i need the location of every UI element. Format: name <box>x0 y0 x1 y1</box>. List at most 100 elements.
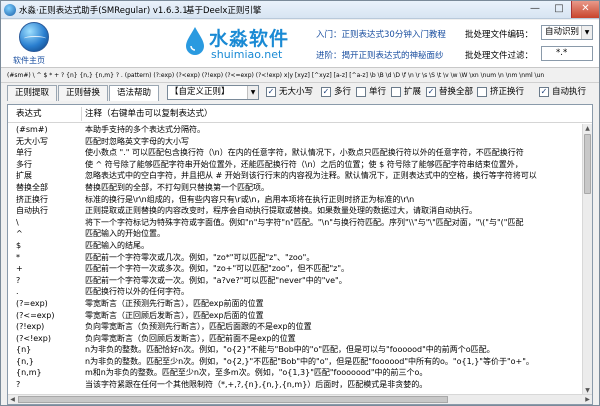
expression-cell: {n,} <box>16 356 34 366</box>
list-item[interactable]: (?!exp) 负向零宽断言（负预测先行断言），匹配后面跟的不是exp的位置 <box>8 321 583 333</box>
scroll-right-icon[interactable]: ▶ <box>583 395 592 404</box>
list-item[interactable]: \ 将下一个字符标记为特殊字符或字面值。例如"n"与字符"n"匹配。"\n"与换行… <box>8 217 583 229</box>
list-item[interactable]: . 匹配换行符以外的任何字符。 <box>8 286 583 298</box>
checkbox-fix-newline[interactable]: 挤正换行 <box>477 87 524 99</box>
intro-tutorial-link[interactable]: 入门：正则表达式30分钟入门教程 <box>316 28 446 40</box>
horizontal-scrollbar[interactable]: ◀ ▶ <box>8 394 592 404</box>
expression-cell: 挤正换行 <box>16 194 48 204</box>
scroll-up-icon[interactable]: ▲ <box>583 124 592 133</box>
note-cell: 零宽断言（正预测先行断言），匹配exp前面的位置 <box>85 298 264 308</box>
expression-cell: {n} <box>16 345 32 355</box>
list-header: 表达式 注释（右键单击可以复制表达式） <box>8 105 592 123</box>
check-icon: ✓ <box>266 87 276 97</box>
expression-cell: 替换全部 <box>16 182 48 192</box>
expression-cell: (?<!exp) <box>16 333 51 343</box>
checkbox-singleline[interactable]: 单行 <box>356 87 386 99</box>
tab-regex-extract[interactable]: 正则提取 <box>7 85 57 101</box>
list-item[interactable]: {n} n为非负的整数。匹配恰好n次。例如，"o{2}"不能与"Bob中的"o"匹… <box>8 344 583 356</box>
water-drop-logo-icon <box>186 27 204 55</box>
list-item[interactable]: 替换全部 替换匹配到的全部，不打勾则只替换第一个匹配项。 <box>8 182 583 194</box>
list-item[interactable]: ? 当该字符紧跟在任何一个其他限制符（*,+,?,{n},{n,},{n,m}）后… <box>8 379 583 391</box>
checkbox-label: 扩展 <box>404 87 422 97</box>
symbol-bar[interactable]: (#sm#) \ ^ $ * + ? {n} {n,} {n,m} ? . (p… <box>1 69 599 83</box>
expression-cell: (?!exp) <box>16 322 45 332</box>
list-item[interactable]: * 匹配前一个字符零次或几次。例如，"zo*"可以匹配"z"、"zoo"。 <box>8 252 583 264</box>
syntax-help-list[interactable]: 表达式 注释（右键单击可以复制表达式） (#sm#) 本助手支持的多个表达式分隔符… <box>7 104 593 405</box>
list-item[interactable]: (#sm#) 本助手支持的多个表达式分隔符。 <box>8 124 583 136</box>
scroll-thumb[interactable] <box>584 134 591 194</box>
tab-syntax-help[interactable]: 语法帮助 <box>109 85 159 101</box>
expression-cell: $ <box>16 240 22 250</box>
app-window: 水淼·正则表达式助手(SMRegular) v1.6.3.1 基于Deelx正则… <box>0 0 600 406</box>
minimize-button[interactable]: — <box>523 1 547 18</box>
scroll-left-icon[interactable]: ◀ <box>8 395 17 404</box>
checkbox-auto-run[interactable]: ✓ 自动执行 <box>539 87 586 99</box>
checkbox-extended[interactable]: 扩展 <box>391 87 421 99</box>
checkbox-label: 无大小写 <box>279 87 314 97</box>
column-header-note[interactable]: 注释（右键单击可以复制表达式） <box>85 105 213 123</box>
note-cell: m和n为非负的整数。匹配至少n次，至多m次。例如，"o{1,3}"匹配"fooo… <box>85 368 428 378</box>
filter-label: 批处理文件过滤： <box>465 51 534 61</box>
list-item[interactable]: 多行 使 ^ 符号除了能够匹配字符串开始位置外，还能匹配换行符（\n）之后的位置；… <box>8 159 583 171</box>
checkbox-replace-all[interactable]: ✓ 替换全部 <box>426 87 473 99</box>
globe-icon[interactable] <box>19 22 49 52</box>
note-cell: 本助手支持的多个表达式分隔符。 <box>85 125 205 134</box>
expression-cell: * <box>16 252 20 262</box>
note-cell: 正则提取或正则替换的内容改变时，程序会自动执行提取或替换。如果数量处理的数据过大… <box>85 206 477 216</box>
advanced-tutorial-link[interactable]: 进阶：揭开正则表达式的神秘面纱 <box>316 49 444 61</box>
logo-text-en: shuimiao.net <box>211 48 283 61</box>
list-item[interactable]: {n,m} m和n为非负的整数。匹配至少n次，至多m次。例如，"o{1,3}"匹配… <box>8 367 583 379</box>
checkbox-label: 多行 <box>334 87 352 97</box>
note-cell: 匹配输入的结尾。 <box>85 240 149 250</box>
note-cell: 负向零宽断言（负回顾后发断言），匹配前面不是exp的位置 <box>85 333 296 343</box>
expression-cell: 自动执行 <box>16 206 48 216</box>
encoding-select[interactable]: 自动识别 ▼ <box>541 25 593 40</box>
checkbox-multiline[interactable]: ✓ 多行 <box>321 87 351 99</box>
list-item[interactable]: (?<=exp) 零宽断言（正回顾后发断言），匹配exp后面的位置 <box>8 310 583 322</box>
list-item[interactable]: ^ 匹配输入的开始位置。 <box>8 228 583 240</box>
tab-regex-replace[interactable]: 正则替换 <box>58 85 108 101</box>
check-icon: ✓ <box>426 87 436 97</box>
expression-cell: . <box>16 287 19 297</box>
column-divider[interactable] <box>81 107 82 121</box>
chevron-down-icon[interactable]: ▼ <box>581 26 592 39</box>
note-cell: 匹配输入的开始位置。 <box>85 229 165 239</box>
home-link[interactable]: 软件主页 <box>13 55 45 66</box>
maximize-button[interactable]: □ <box>547 1 571 18</box>
list-item[interactable]: (?<!exp) 负向零宽断言（负回顾后发断言），匹配前面不是exp的位置 <box>8 333 583 345</box>
note-cell: 忽略表达式中的空白字符，并且把从 # 开始到该行行末的内容视为注释。默认情况下，… <box>85 171 537 181</box>
vertical-scrollbar[interactable]: ▲ ▼ <box>582 124 592 395</box>
expression-cell: {n,m} <box>16 368 42 378</box>
note-cell: 使小数点 "." 可以匹配包含换行符（\n）在内的任意字符，默认情况下，小数点只… <box>85 148 524 158</box>
title-bar[interactable]: 水淼·正则表达式助手(SMRegular) v1.6.3.1 基于Deelx正则… <box>1 1 599 19</box>
regex-preset-select[interactable]: 【自定义正则】 ▼ <box>167 85 259 100</box>
close-button[interactable]: ✕ <box>571 1 599 18</box>
encoding-label: 批处理文件编码： <box>465 30 534 40</box>
note-cell: 负向零宽断言（负预测先行断言），匹配后面跟的不是exp的位置 <box>85 322 312 332</box>
list-item[interactable]: 单行 使小数点 "." 可以匹配包含换行符（\n）在内的任意字符，默认情况下，小数… <box>8 147 583 159</box>
app-icon <box>4 4 16 16</box>
scroll-thumb[interactable] <box>18 396 448 403</box>
column-header-expression[interactable]: 表达式 <box>16 105 42 123</box>
list-item[interactable]: $ 匹配输入的结尾。 <box>8 240 583 252</box>
expression-cell: (?=exp) <box>16 298 48 308</box>
list-item[interactable]: 挤正换行 标准的换行是\r\n组成的，但有些内容只有\r或\n，启用本项将在执行正… <box>8 194 583 206</box>
checkbox-empty-icon <box>391 87 401 97</box>
list-item[interactable]: (?=exp) 零宽断言（正预测先行断言），匹配exp前面的位置 <box>8 298 583 310</box>
regex-preset-value: 【自定义正则】 <box>170 87 230 97</box>
list-item[interactable]: 无大小写 匹配时忽略英文字母的大小写 <box>8 136 583 148</box>
header-banner: 软件主页 水淼软件 shuimiao.net 入门：正则表达式30分钟入门教程 … <box>1 20 599 68</box>
checkbox-ignore-case[interactable]: ✓ 无大小写 <box>266 87 313 99</box>
expression-cell: ? <box>16 275 21 285</box>
encoding-value: 自动识别 <box>545 27 580 37</box>
list-item[interactable]: 自动执行 正则提取或正则替换的内容改变时，程序会自动执行提取或替换。如果数量处理的… <box>8 205 583 217</box>
note-cell: 匹配前一个字符零次或几次。例如，"zo*"可以匹配"z"、"zoo"。 <box>85 252 315 262</box>
list-item[interactable]: + 匹配前一个字符一次或多次。例如，"zo+"可以匹配"zoo"，但不匹配"z"。 <box>8 263 583 275</box>
list-item[interactable]: ? 匹配前一个字符零次或一次。例如，"a?ve?"可以匹配"never"中的"ve… <box>8 275 583 287</box>
filter-input[interactable]: *.* <box>541 46 593 61</box>
list-item[interactable]: {n,} n为非负的整数。匹配至少n次。例如，"o{2,}"不匹配"Bob"中的"… <box>8 356 583 368</box>
chevron-down-icon[interactable]: ▼ <box>247 86 258 99</box>
window-title: 水淼·正则表达式助手(SMRegular) v1.6.3.1 <box>19 6 188 16</box>
list-item[interactable]: 扩展 忽略表达式中的空白字符，并且把从 # 开始到该行行末的内容视为注释。默认情况… <box>8 170 583 182</box>
note-cell: 替换匹配到的全部，不打勾则只替换第一个匹配项。 <box>85 182 269 192</box>
